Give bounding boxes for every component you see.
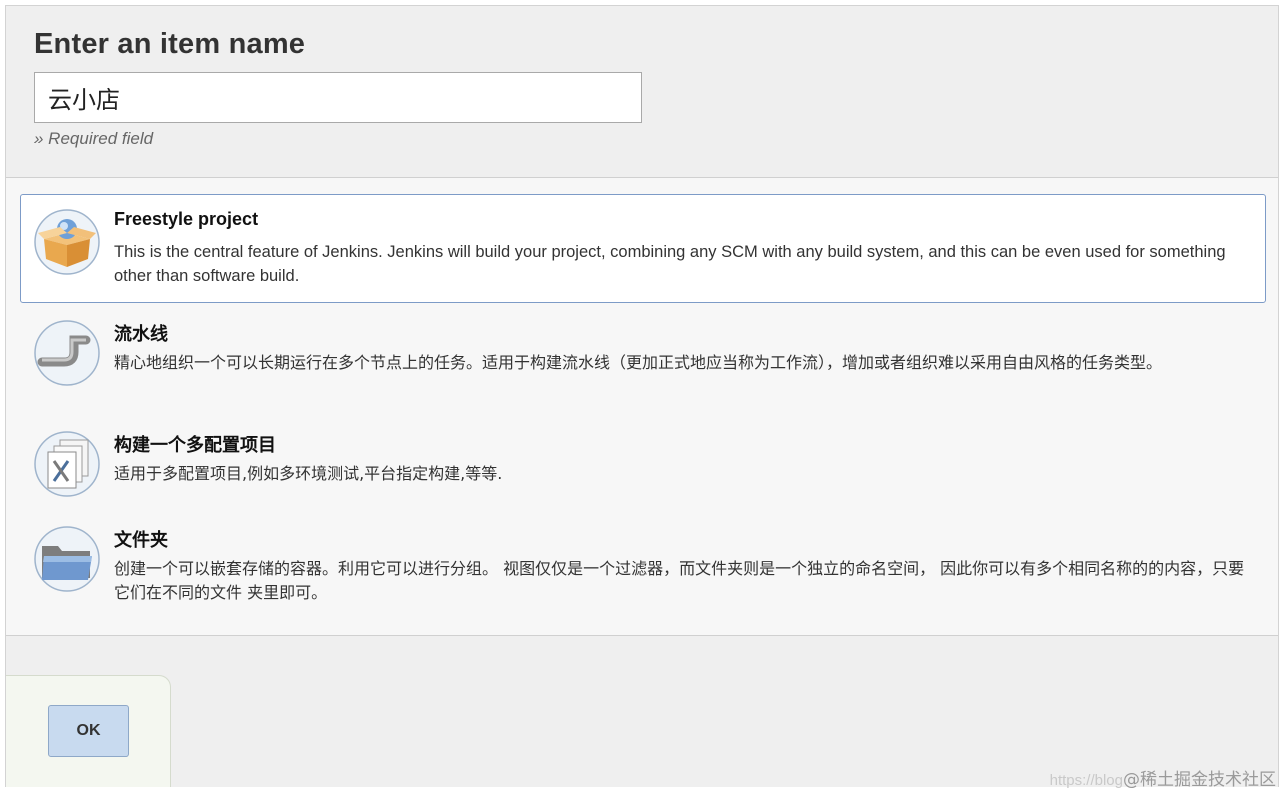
item-title: 文件夹: [114, 530, 168, 551]
freestyle-box-icon: [34, 209, 100, 275]
item-description: 创建一个可以嵌套存储的容器。利用它可以进行分组。 视图仅仅是一个过滤器，而文件夹…: [114, 559, 1245, 602]
item-name-section: Enter an item name » Required field: [6, 6, 1278, 178]
watermark-url: https://blog: [1049, 772, 1123, 789]
watermark: https://blog@稀土掘金技术社区: [1050, 765, 1276, 790]
item-type-multi-config[interactable]: 构建一个多配置项目 适用于多配置项目,例如多环境测试,平台指定构建,等等.: [20, 416, 1266, 506]
ok-panel: OK: [6, 675, 171, 787]
item-description: 适用于多配置项目,例如多环境测试,平台指定构建,等等.: [114, 464, 503, 483]
multi-config-icon: [34, 431, 100, 497]
page-title: Enter an item name: [34, 28, 306, 60]
watermark-text: @稀土掘金技术社区: [1123, 770, 1276, 790]
required-field-note: » Required field: [34, 129, 154, 148]
item-title: Freestyle project: [114, 209, 259, 229]
item-type-folder[interactable]: 文件夹 创建一个可以嵌套存储的容器。利用它可以进行分组。 视图仅仅是一个过滤器，…: [20, 511, 1266, 621]
item-type-list: Freestyle project This is the central fe…: [6, 178, 1278, 636]
item-title: 流水线: [114, 324, 168, 345]
item-title: 构建一个多配置项目: [114, 435, 276, 456]
folder-icon: [34, 526, 100, 592]
new-item-page: Enter an item name » Required field Free…: [5, 5, 1279, 787]
item-type-pipeline[interactable]: 流水线 精心地组织一个可以长期运行在多个节点上的任务。适用于构建流水线（更加正式…: [20, 305, 1266, 411]
item-description: This is the central feature of Jenkins. …: [114, 243, 1226, 285]
item-description: 精心地组织一个可以长期运行在多个节点上的任务。适用于构建流水线（更加正式地应当称…: [114, 353, 1163, 372]
item-type-freestyle[interactable]: Freestyle project This is the central fe…: [20, 194, 1266, 303]
pipeline-icon: [34, 320, 100, 386]
item-name-input[interactable]: [34, 72, 642, 123]
ok-button[interactable]: OK: [48, 705, 129, 757]
